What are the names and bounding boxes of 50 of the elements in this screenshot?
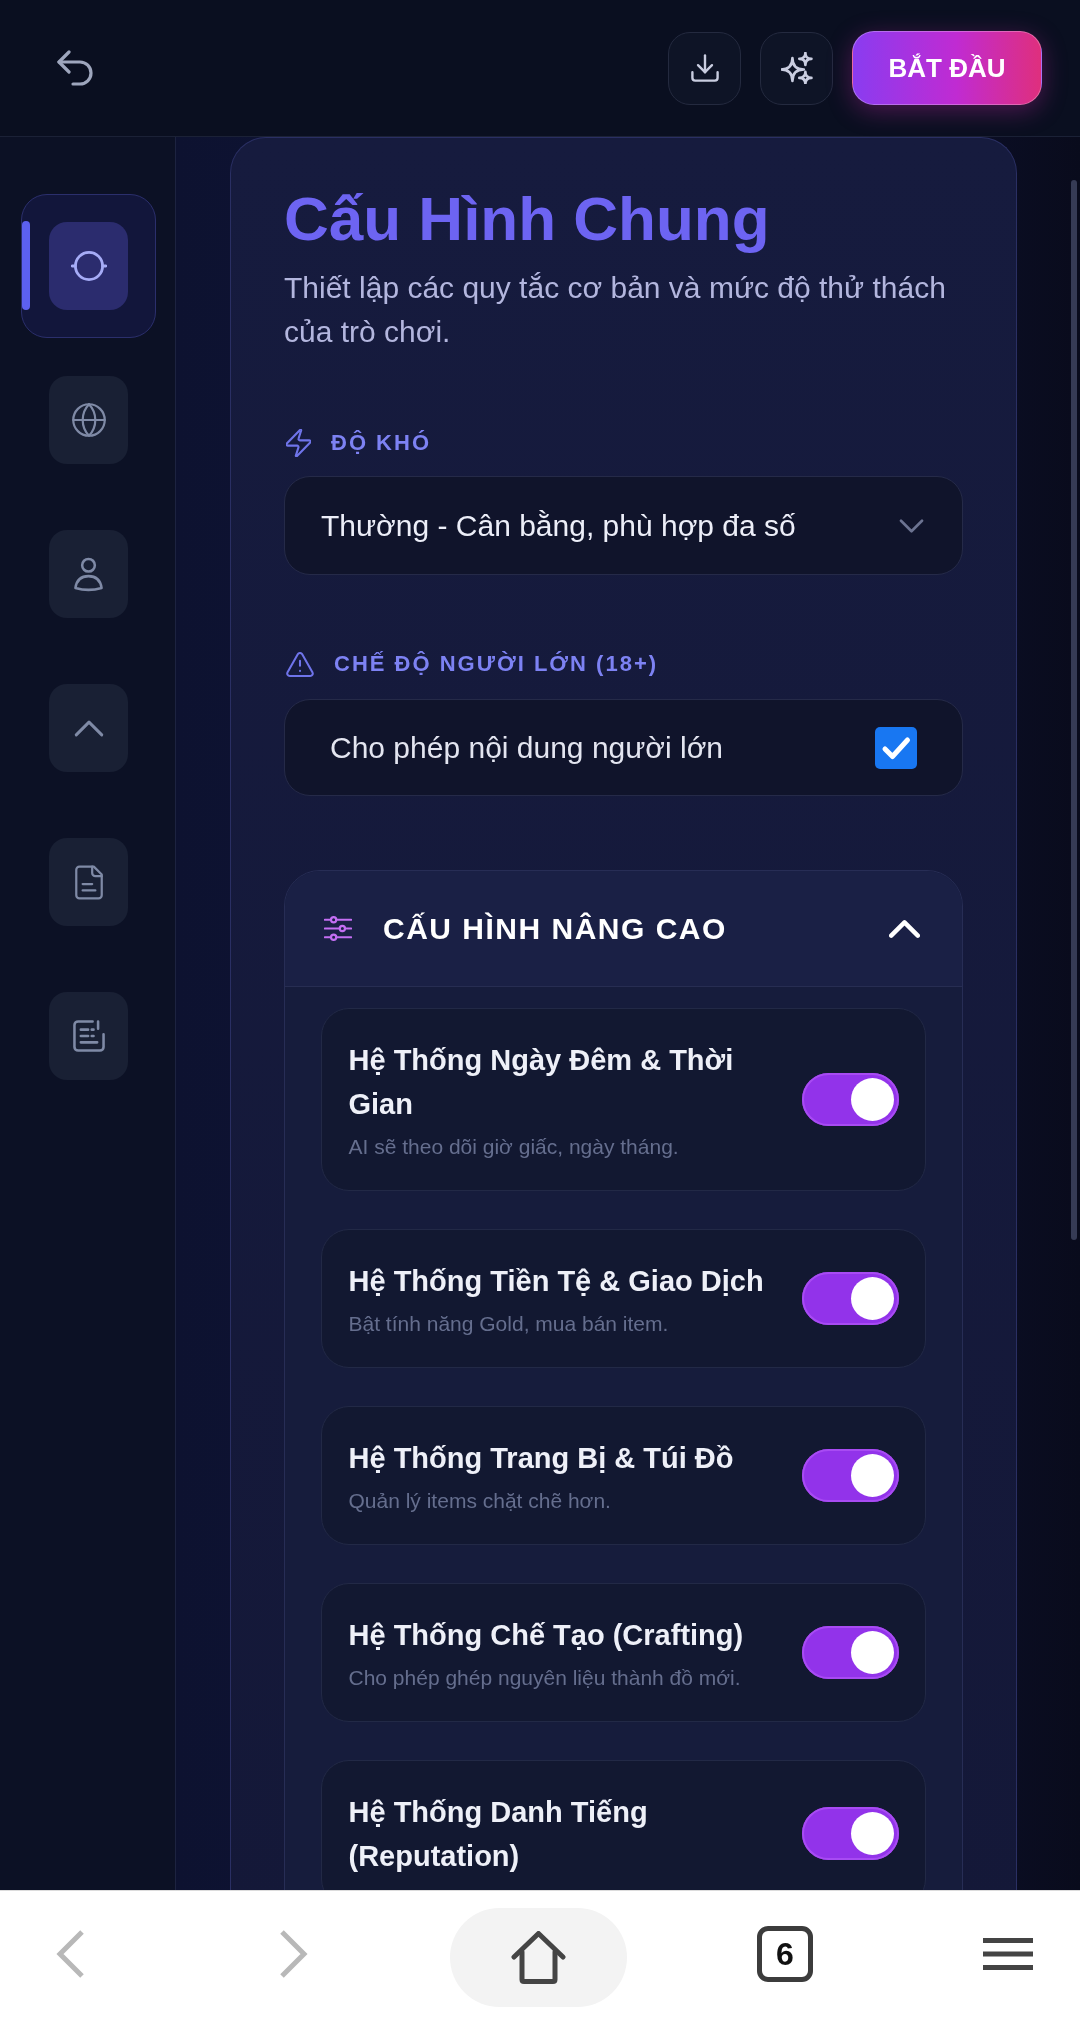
advanced-settings-header[interactable]: CẤU HÌNH NÂNG CAO bbox=[285, 871, 962, 987]
option-label: Cho phép nội dung người lớn bbox=[330, 730, 724, 765]
undo-arrow-icon bbox=[57, 50, 93, 86]
chevron-down-icon bbox=[899, 518, 924, 533]
tab-count-button[interactable]: 6 bbox=[757, 1926, 813, 1982]
scrollbar[interactable] bbox=[1071, 180, 1077, 1240]
section-label: CHẾ ĐỘ NGƯỜI LỚN (18+) bbox=[334, 650, 659, 678]
setting-description: Quản lý items chặt chẽ hơn. bbox=[348, 1487, 612, 1514]
user-icon bbox=[74, 556, 103, 592]
sliders-icon bbox=[324, 916, 352, 941]
list-document-icon bbox=[72, 1020, 105, 1052]
globe-icon bbox=[71, 403, 106, 437]
toggle-switch[interactable] bbox=[802, 1449, 899, 1502]
sidebar-item[interactable] bbox=[49, 376, 128, 464]
circle-icon bbox=[70, 251, 107, 281]
download-button[interactable] bbox=[668, 31, 741, 105]
menu-button[interactable] bbox=[983, 1938, 1033, 1970]
home-icon bbox=[511, 1930, 566, 1984]
setting-title: Hệ Thống Trang Bị & Túi Đồ bbox=[348, 1440, 735, 1476]
chevron-left-icon bbox=[55, 1929, 85, 1979]
page-title: Cấu Hình Chung bbox=[284, 183, 771, 255]
document-icon bbox=[74, 864, 103, 900]
setting-title: Hệ Thống Chế Tạo (Crafting) bbox=[348, 1617, 745, 1653]
sidebar-item[interactable] bbox=[49, 222, 128, 310]
sparkle-button[interactable] bbox=[760, 31, 833, 105]
sidebar-item[interactable] bbox=[49, 530, 128, 618]
setting-description: AI sẽ theo dõi giờ giấc, ngày tháng. bbox=[348, 1133, 680, 1160]
warning-icon bbox=[286, 651, 314, 677]
setting-description: Bật tính năng Gold, mua bán item. bbox=[348, 1310, 670, 1337]
toggle-switch[interactable] bbox=[802, 1272, 899, 1325]
setting-title: Hệ Thống Tiền Tệ & Giao Dịch bbox=[348, 1263, 765, 1299]
chevron-up-icon bbox=[73, 719, 104, 737]
page-subtitle: Thiết lập các quy tắc cơ bản và mức độ thử thách của trò chơi. bbox=[284, 270, 947, 350]
setting-title: Hệ Thống Danh Tiếng (Reputation) bbox=[348, 1794, 649, 1874]
menu-icon bbox=[983, 1938, 1033, 1970]
setting-description: Cho phép ghép nguyên liệu thành đồ mới. bbox=[348, 1664, 742, 1691]
toggle-switch[interactable] bbox=[802, 1073, 899, 1126]
section-label: ĐỘ KHÓ bbox=[331, 429, 431, 457]
sidebar-item[interactable] bbox=[49, 838, 128, 926]
lightning-icon bbox=[286, 429, 311, 457]
chevron-right-icon bbox=[279, 1929, 309, 1979]
sidebar-item[interactable] bbox=[49, 992, 128, 1080]
start-button[interactable]: BẮT ĐẦU bbox=[852, 31, 1042, 105]
toggle-switch[interactable] bbox=[802, 1807, 899, 1860]
setting-title: Hệ Thống Ngày Đêm & Thời Gian bbox=[348, 1042, 735, 1122]
sparkles-icon bbox=[780, 52, 813, 84]
toggle-switch[interactable] bbox=[802, 1626, 899, 1679]
download-icon bbox=[690, 54, 719, 82]
checkbox[interactable] bbox=[875, 726, 917, 769]
difficulty-select[interactable]: Thường - Cân bằng, phù hợp đa số bbox=[284, 476, 963, 575]
